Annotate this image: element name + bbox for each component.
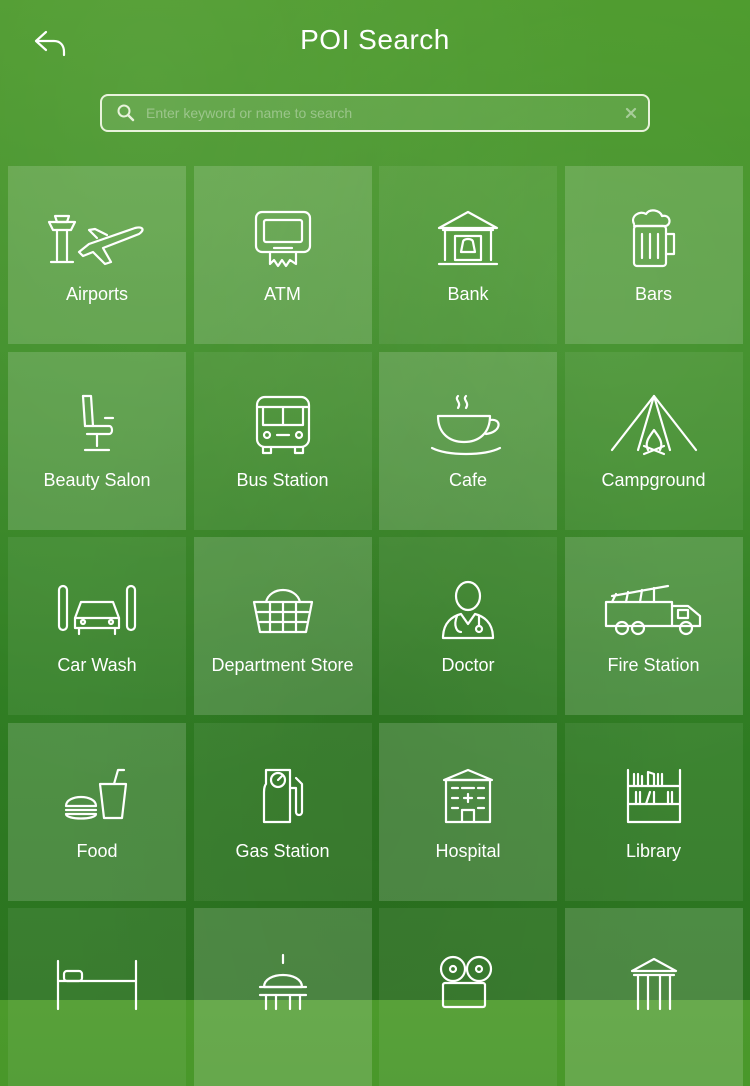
category-tile-cafe[interactable]: Cafe bbox=[379, 351, 557, 530]
category-label: ATM bbox=[264, 284, 301, 304]
airport-icon bbox=[8, 206, 186, 272]
category-tile-atm[interactable]: ATM bbox=[193, 166, 372, 344]
category-tile-lodging[interactable] bbox=[8, 908, 186, 1086]
capitol-dome-icon bbox=[194, 948, 372, 1014]
search-input[interactable] bbox=[144, 104, 614, 122]
atm-icon bbox=[194, 206, 372, 272]
category-tile-gas-station[interactable]: Gas Station bbox=[193, 722, 372, 901]
basket-icon bbox=[194, 577, 372, 643]
doctor-icon bbox=[379, 577, 557, 643]
bookshelf-icon bbox=[565, 763, 743, 829]
category-label: Airports bbox=[65, 284, 128, 304]
category-label: Food bbox=[76, 840, 118, 861]
beer-mug-icon bbox=[565, 206, 743, 272]
salon-chair-icon bbox=[8, 392, 186, 458]
close-icon[interactable] bbox=[614, 106, 648, 120]
category-tile-fire-station[interactable]: Fire Station bbox=[564, 537, 743, 715]
category-tile-bus-station[interactable]: Bus Station bbox=[193, 351, 372, 530]
bed-icon bbox=[8, 948, 186, 1014]
category-tile-doctor[interactable]: Doctor bbox=[379, 537, 557, 715]
category-tile-bank[interactable]: Bank bbox=[379, 166, 557, 344]
burger-drink-icon bbox=[8, 763, 186, 829]
hospital-icon bbox=[379, 763, 557, 829]
museum-icon bbox=[565, 948, 743, 1014]
category-label: Bars bbox=[634, 284, 672, 304]
header: POI Search bbox=[0, 0, 750, 86]
category-tile-department-store[interactable]: Department Store bbox=[193, 537, 372, 715]
category-tile-library[interactable]: Library bbox=[564, 722, 743, 901]
category-label: Hospital bbox=[435, 840, 501, 861]
category-tile-hospital[interactable]: Hospital bbox=[379, 722, 557, 901]
category-label: Gas Station bbox=[235, 840, 330, 861]
category-tile-airports[interactable]: Airports bbox=[8, 166, 186, 344]
category-tile-beauty-salon[interactable]: Beauty Salon bbox=[8, 351, 186, 530]
tent-icon bbox=[565, 392, 743, 458]
search-icon bbox=[108, 103, 144, 123]
gas-pump-icon bbox=[194, 763, 372, 829]
bus-icon bbox=[194, 392, 372, 458]
category-tile-government[interactable] bbox=[193, 908, 372, 1086]
category-label: Department Store bbox=[211, 655, 354, 675]
category-tile-food[interactable]: Food bbox=[8, 722, 186, 901]
category-tile-museum[interactable] bbox=[564, 908, 743, 1086]
category-label: Beauty Salon bbox=[43, 469, 151, 490]
category-label: Car Wash bbox=[57, 655, 137, 675]
category-tile-bars[interactable]: Bars bbox=[564, 166, 743, 344]
search-bar bbox=[100, 94, 650, 132]
category-tile-campground[interactable]: Campground bbox=[564, 351, 743, 530]
page-title: POI Search bbox=[300, 24, 450, 55]
category-label: Bus Station bbox=[236, 469, 329, 490]
bank-icon bbox=[379, 206, 557, 272]
coffee-cup-icon bbox=[379, 392, 557, 458]
film-camera-icon bbox=[379, 948, 557, 1014]
category-label: Library bbox=[625, 840, 682, 861]
car-wash-icon bbox=[8, 577, 186, 643]
category-label: Bank bbox=[447, 284, 489, 304]
category-label: Fire Station bbox=[607, 655, 700, 675]
category-label: Doctor bbox=[441, 655, 495, 675]
poi-category-grid: Airports ATM Bank Bars Beauty Salon Bus … bbox=[8, 166, 743, 1086]
category-tile-movie-theater[interactable] bbox=[379, 908, 557, 1086]
fire-truck-icon bbox=[565, 577, 743, 643]
category-label: Campground bbox=[601, 469, 706, 490]
category-label: Cafe bbox=[448, 469, 488, 490]
category-tile-car-wash[interactable]: Car Wash bbox=[8, 537, 186, 715]
